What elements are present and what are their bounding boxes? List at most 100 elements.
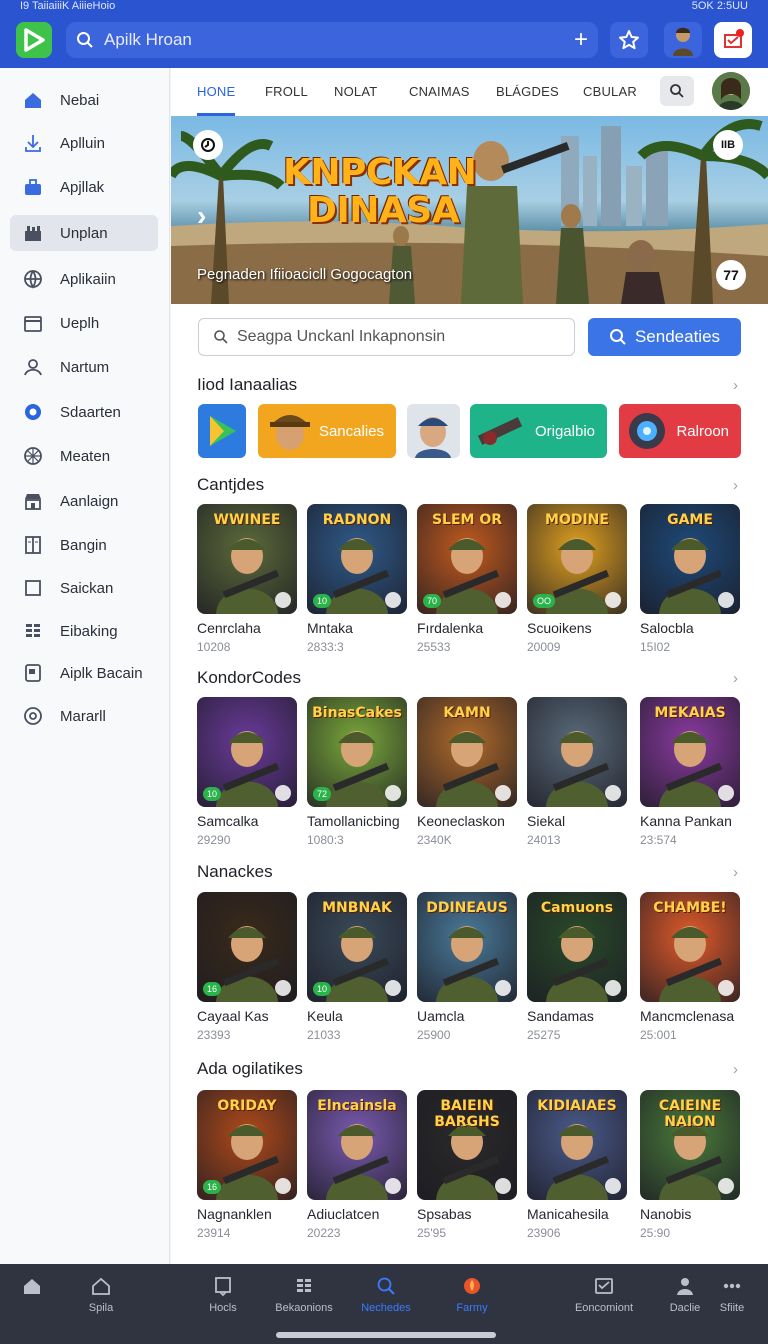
game-card[interactable]: MEKAIAS Kanna Pankan 23:574 bbox=[640, 697, 740, 847]
tab-1[interactable]: FROLL bbox=[265, 68, 308, 116]
content-search-input[interactable]: Seagpa Unckanl Inkapnonsin bbox=[198, 318, 575, 356]
game-card[interactable]: KIDIAIAES Manicahesila 23906 bbox=[527, 1090, 627, 1240]
favorites-button[interactable] bbox=[610, 22, 648, 58]
banner-prev-arrow[interactable]: › bbox=[197, 200, 206, 232]
tab-search-button[interactable] bbox=[660, 76, 694, 106]
bottom-nav-item-3[interactable]: Bekaonions bbox=[259, 1274, 349, 1314]
game-thumbnail[interactable]: Camuons bbox=[527, 892, 627, 1002]
download-icon[interactable] bbox=[718, 785, 734, 801]
tab-0[interactable]: HONE bbox=[197, 68, 236, 116]
sidebar-item-4[interactable]: Aplikaiin bbox=[10, 261, 158, 297]
sidebar-item-3[interactable]: Unplan bbox=[10, 215, 158, 251]
game-thumbnail[interactable] bbox=[527, 697, 627, 807]
game-thumbnail[interactable]: GAME bbox=[640, 504, 740, 614]
sidebar-item-14[interactable]: Mararll bbox=[10, 698, 158, 734]
download-icon[interactable] bbox=[275, 1178, 291, 1194]
home-indicator[interactable] bbox=[276, 1332, 496, 1338]
sidebar-item-11[interactable]: Saickan bbox=[10, 570, 158, 606]
tab-5[interactable]: CBULAR bbox=[583, 68, 637, 116]
game-card[interactable]: 16 Cayaal Kas 23393 bbox=[197, 892, 297, 1042]
sidebar-item-10[interactable]: Bangin bbox=[10, 527, 158, 563]
game-thumbnail[interactable]: WWINEE bbox=[197, 504, 297, 614]
bottom-nav-item-1[interactable]: Spila bbox=[56, 1274, 146, 1314]
download-icon[interactable] bbox=[718, 592, 734, 608]
game-card[interactable]: Siekal 24013 bbox=[527, 697, 627, 847]
download-icon[interactable] bbox=[275, 785, 291, 801]
game-thumbnail[interactable]: KIDIAIAES bbox=[527, 1090, 627, 1200]
download-icon[interactable] bbox=[495, 785, 511, 801]
header-search-input[interactable]: Apilk Hroan + bbox=[66, 22, 598, 58]
download-icon[interactable] bbox=[385, 1178, 401, 1194]
banner-counter[interactable]: 77 bbox=[716, 260, 746, 290]
bottom-nav-item-5[interactable]: Farmy bbox=[427, 1274, 517, 1314]
section-more-arrow[interactable]: › bbox=[733, 1061, 738, 1078]
category-tile-0[interactable] bbox=[198, 404, 246, 458]
user-avatar[interactable] bbox=[712, 72, 750, 110]
game-thumbnail[interactable]: MEKAIAS bbox=[640, 697, 740, 807]
bottom-nav-item-8[interactable]: Sfiite bbox=[687, 1274, 768, 1314]
sidebar-item-7[interactable]: Sdaarten bbox=[10, 394, 158, 430]
download-icon[interactable] bbox=[275, 980, 291, 996]
categories-more-arrow[interactable]: › bbox=[733, 377, 738, 394]
app-logo[interactable] bbox=[16, 22, 52, 58]
game-thumbnail[interactable]: MNBNAK 10 bbox=[307, 892, 407, 1002]
game-thumbnail[interactable]: BinasCakes 72 bbox=[307, 697, 407, 807]
download-icon[interactable] bbox=[605, 1178, 621, 1194]
game-thumbnail[interactable]: 16 bbox=[197, 892, 297, 1002]
game-card[interactable]: Camuons Sandamas 25275 bbox=[527, 892, 627, 1042]
game-card[interactable]: BAIEIN BARGHS Spsabas 25'95 bbox=[417, 1090, 517, 1240]
tab-3[interactable]: CNAIMAS bbox=[409, 68, 470, 116]
game-card[interactable]: Elncainsla Adiuclatcen 20223 bbox=[307, 1090, 407, 1240]
bottom-nav-item-4[interactable]: Nechedes bbox=[341, 1274, 431, 1314]
download-icon[interactable] bbox=[385, 980, 401, 996]
bottom-nav-item-6[interactable]: Eoncomiont bbox=[559, 1274, 649, 1314]
sidebar-item-12[interactable]: Eibaking bbox=[10, 613, 158, 649]
game-thumbnail[interactable]: CAIEINE NAION bbox=[640, 1090, 740, 1200]
sidebar-item-13[interactable]: Aiplk Bacain bbox=[10, 655, 158, 691]
category-tile-3[interactable]: Origalbio bbox=[470, 404, 607, 458]
game-thumbnail[interactable]: Elncainsla bbox=[307, 1090, 407, 1200]
game-card[interactable]: RADNON 10 Mntaka 2833:3 bbox=[307, 504, 407, 654]
game-card[interactable]: WWINEE Cenrclaha 10208 bbox=[197, 504, 297, 654]
category-tile-2[interactable] bbox=[407, 404, 460, 458]
game-card[interactable]: CAIEINE NAION Nanobis 25:90 bbox=[640, 1090, 740, 1240]
game-thumbnail[interactable]: CHAMBE! bbox=[640, 892, 740, 1002]
search-submit-button[interactable]: Sendeaties bbox=[588, 318, 741, 356]
sidebar-item-1[interactable]: Aplluin bbox=[10, 125, 158, 161]
bottom-nav-item-2[interactable]: Hocls bbox=[178, 1274, 268, 1314]
download-icon[interactable] bbox=[605, 785, 621, 801]
sidebar-item-9[interactable]: Aanlaign bbox=[10, 483, 158, 519]
banner-info-button[interactable]: IIB bbox=[713, 130, 743, 160]
game-thumbnail[interactable]: DDINEAUS bbox=[417, 892, 517, 1002]
category-tile-4[interactable]: Ralroon bbox=[619, 404, 741, 458]
game-card[interactable]: MODINE OO Scuoikens 20009 bbox=[527, 504, 627, 654]
download-icon[interactable] bbox=[605, 980, 621, 996]
game-card[interactable]: KAMN Keoneclaskon 2340K bbox=[417, 697, 517, 847]
download-icon[interactable] bbox=[385, 592, 401, 608]
download-icon[interactable] bbox=[275, 592, 291, 608]
profile-avatar-button[interactable] bbox=[664, 22, 702, 58]
game-thumbnail[interactable]: ORIDAY 16 bbox=[197, 1090, 297, 1200]
game-thumbnail[interactable]: MODINE OO bbox=[527, 504, 627, 614]
download-icon[interactable] bbox=[495, 592, 511, 608]
tab-2[interactable]: NOLAT bbox=[334, 68, 377, 116]
download-icon[interactable] bbox=[718, 1178, 734, 1194]
game-thumbnail[interactable]: RADNON 10 bbox=[307, 504, 407, 614]
download-icon[interactable] bbox=[718, 980, 734, 996]
download-icon[interactable] bbox=[385, 785, 401, 801]
add-icon[interactable]: + bbox=[574, 26, 588, 54]
game-thumbnail[interactable]: BAIEIN BARGHS bbox=[417, 1090, 517, 1200]
game-card[interactable]: GAME Salocbla 15I02 bbox=[640, 504, 740, 654]
game-card[interactable]: DDINEAUS Uamcla 25900 bbox=[417, 892, 517, 1042]
game-card[interactable]: SLEM OR 70 Fırdalenka 25533 bbox=[417, 504, 517, 654]
game-card[interactable]: BinasCakes 72 Tamollanicbing 1080:3 bbox=[307, 697, 407, 847]
category-tile-1[interactable]: Sancalies bbox=[258, 404, 396, 458]
sidebar-item-8[interactable]: Meaten bbox=[10, 438, 158, 474]
featured-banner[interactable]: KNPCKAN DINASA Pegnaden Ifiioacicll Gogo… bbox=[171, 116, 768, 304]
section-more-arrow[interactable]: › bbox=[733, 864, 738, 881]
sidebar-item-2[interactable]: Apjllak bbox=[10, 169, 158, 205]
game-card[interactable]: 10 Samcalka 29290 bbox=[197, 697, 297, 847]
sidebar-item-6[interactable]: Nartum bbox=[10, 349, 158, 385]
game-card[interactable]: ORIDAY 16 Nagnanklen 23914 bbox=[197, 1090, 297, 1240]
download-icon[interactable] bbox=[605, 592, 621, 608]
